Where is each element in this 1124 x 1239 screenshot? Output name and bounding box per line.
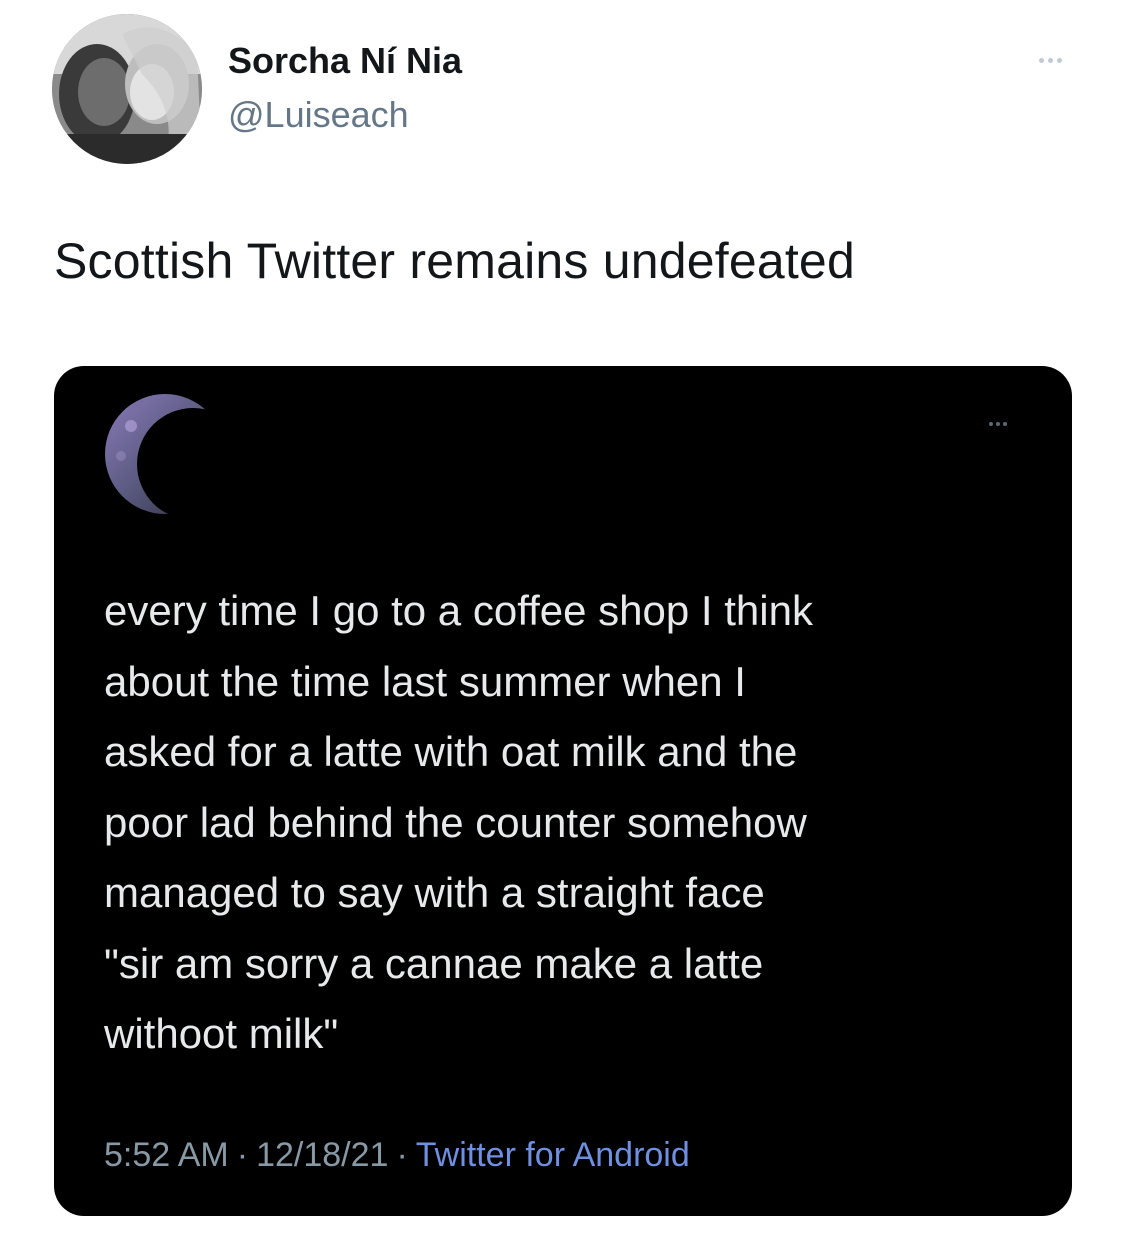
dot <box>996 422 1000 426</box>
quoted-more-options-icon[interactable] <box>978 416 1018 432</box>
dot <box>1056 57 1062 63</box>
author-avatar[interactable] <box>52 14 202 164</box>
tweet-source-link[interactable]: Twitter for Android <box>416 1136 690 1174</box>
meta-separator: · <box>236 1136 249 1174</box>
dot <box>1003 422 1007 426</box>
more-options-icon[interactable] <box>1030 48 1070 72</box>
dot <box>1038 57 1044 63</box>
tweet-text: Scottish Twitter remains undefeated <box>54 233 855 289</box>
tweet-time[interactable]: 5:52 AM <box>104 1136 229 1174</box>
crescent-moon-avatar-icon <box>105 394 221 514</box>
profile-photo-icon <box>52 14 202 164</box>
tweet-date[interactable]: 12/18/21 <box>256 1136 388 1174</box>
meta-separator: · <box>396 1136 408 1174</box>
quoted-tweet-card[interactable]: every time I go to a coffee shop I think… <box>54 366 1072 1216</box>
quoted-avatar[interactable] <box>101 386 221 516</box>
quoted-tweet-body: every time I go to a coffee shop I think… <box>104 587 813 1057</box>
author-handle[interactable]: @Luiseach <box>228 94 409 136</box>
dot <box>1047 57 1053 63</box>
dot <box>989 422 993 426</box>
author-display-name[interactable]: Sorcha Ní Nia <box>228 40 462 82</box>
quoted-tweet-meta: 5:52 AM · 12/18/21 · Twitter for Android <box>104 1136 690 1175</box>
